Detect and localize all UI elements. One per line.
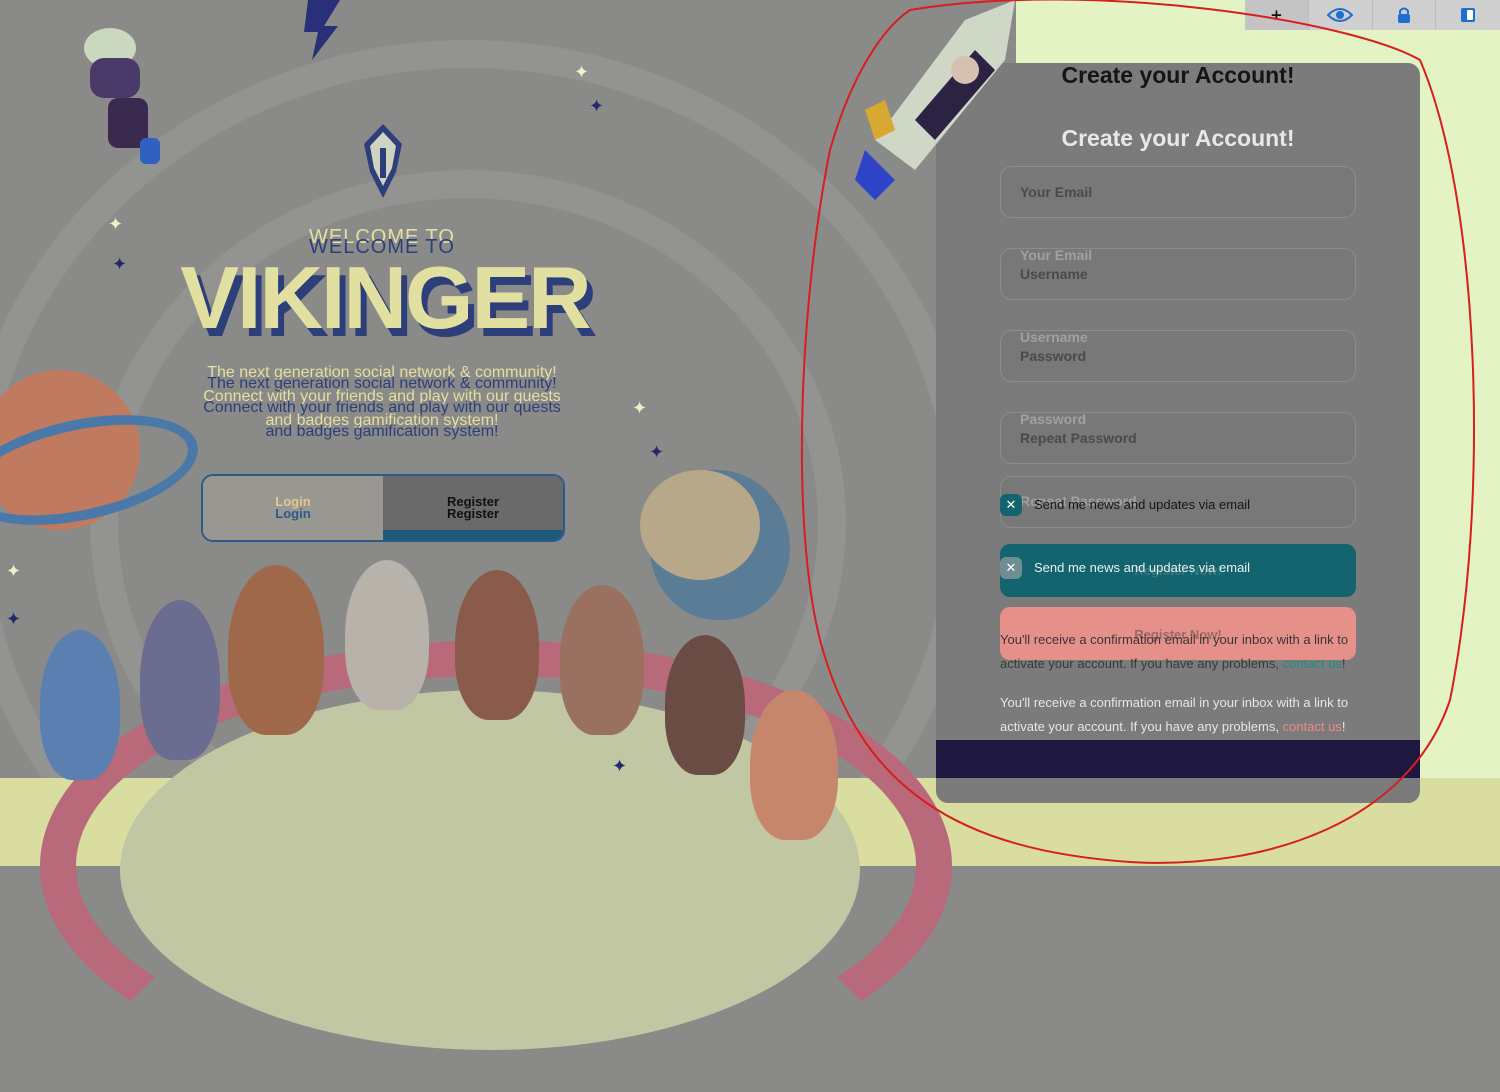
person-illustration bbox=[750, 690, 838, 840]
asteroid-illustration-top bbox=[640, 470, 760, 580]
repeat-password-field[interactable] bbox=[1000, 412, 1356, 464]
sparkle-icon: ✦ bbox=[574, 62, 590, 83]
tab-login[interactable]: Login Login bbox=[203, 476, 383, 540]
confirmation-note-end: ! bbox=[1341, 719, 1346, 734]
sparkle-icon: ✦ bbox=[632, 398, 648, 419]
tab-login-label: Login bbox=[275, 506, 311, 521]
password-field[interactable] bbox=[1000, 330, 1356, 382]
repeat-password-input[interactable] bbox=[1001, 413, 1355, 463]
tagline-line-3: and badges gamification system! bbox=[265, 423, 499, 440]
panel-footer-band bbox=[936, 740, 1420, 778]
person-illustration bbox=[40, 630, 120, 780]
person-illustration bbox=[665, 635, 745, 775]
robot-illustration bbox=[84, 28, 160, 164]
visibility-button[interactable] bbox=[1309, 0, 1373, 30]
contact-us-link-back[interactable]: contact us bbox=[1283, 656, 1342, 671]
lock-button[interactable] bbox=[1373, 0, 1437, 30]
form-title: Create your Account! bbox=[1061, 125, 1295, 151]
username-input[interactable] bbox=[1001, 249, 1355, 299]
lightning-icon bbox=[304, 0, 340, 60]
sparkle-icon: ✦ bbox=[589, 96, 605, 117]
newsletter-label: Send me news and updates via email bbox=[1034, 497, 1251, 512]
newsletter-checkbox-overlay[interactable]: ✕ bbox=[1000, 557, 1022, 579]
sparkle-icon: ✦ bbox=[6, 609, 22, 630]
lock-icon bbox=[1397, 7, 1410, 23]
email-input[interactable] bbox=[1001, 167, 1355, 217]
add-button[interactable]: + bbox=[1245, 0, 1309, 30]
sparkle-icon: ✦ bbox=[112, 254, 128, 275]
sparkle-icon: ✦ bbox=[6, 561, 22, 582]
eye-icon bbox=[1327, 8, 1354, 22]
person-illustration bbox=[140, 600, 220, 760]
tab-register-label: Register bbox=[446, 506, 500, 521]
panel-icon bbox=[1461, 8, 1476, 22]
password-input[interactable] bbox=[1001, 331, 1355, 381]
sparkle-icon: ✦ bbox=[612, 756, 628, 777]
confirmation-note-back-end: ! bbox=[1341, 656, 1346, 671]
username-field[interactable] bbox=[1000, 248, 1356, 300]
auth-tabs: Login Login Register Register bbox=[201, 474, 565, 542]
person-illustration bbox=[560, 585, 644, 735]
newsletter-checkbox[interactable]: ✕ bbox=[1000, 494, 1022, 516]
confirmation-note: You'll receive a confirmation email in y… bbox=[1000, 691, 1356, 739]
tab-register-underline bbox=[383, 530, 563, 540]
brand-title: VIKINGER bbox=[180, 248, 591, 347]
person-illustration bbox=[228, 565, 324, 735]
email-field[interactable] bbox=[1000, 166, 1356, 218]
person-illustration bbox=[455, 570, 539, 720]
contact-us-link[interactable]: contact us bbox=[1283, 719, 1342, 734]
panel-toggle-button[interactable] bbox=[1436, 0, 1500, 30]
plus-icon: + bbox=[1270, 6, 1283, 24]
sparkle-icon: ✦ bbox=[108, 214, 124, 235]
newsletter-label-overlay: Send me news and updates via email bbox=[1034, 560, 1251, 575]
confirmation-note-back: You'll receive a confirmation email in y… bbox=[1000, 628, 1356, 676]
vikinger-logo-icon bbox=[364, 124, 402, 198]
astronaut-illustration bbox=[345, 560, 429, 710]
form-title-back: Create your Account! bbox=[1061, 62, 1295, 88]
top-right-toolbar: + bbox=[1245, 0, 1500, 30]
sparkle-icon: ✦ bbox=[649, 442, 665, 463]
